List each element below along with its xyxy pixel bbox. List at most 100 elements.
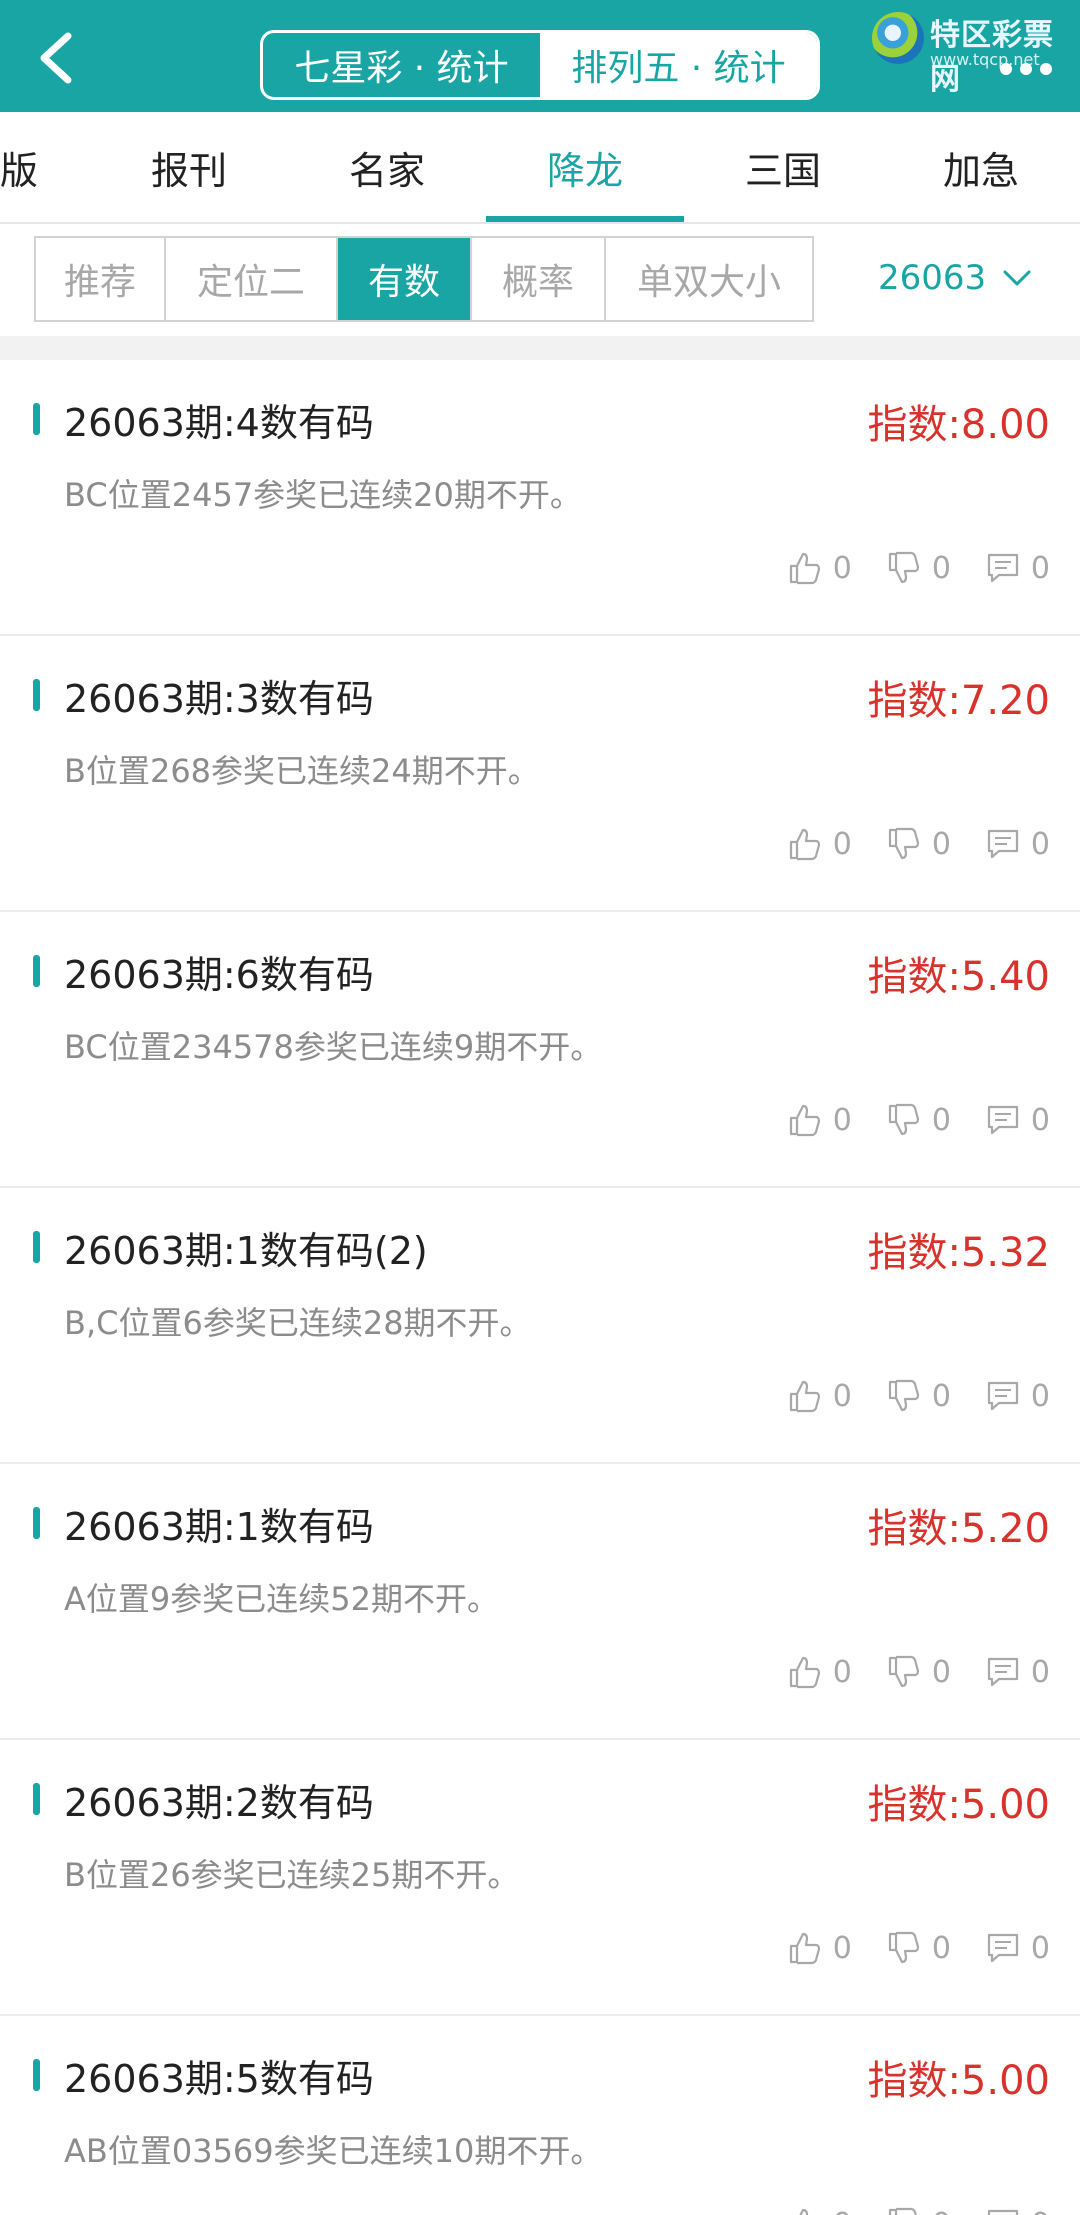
like-count: 0 xyxy=(832,1378,852,1414)
tab-sanguo[interactable]: 三国 xyxy=(684,112,882,222)
comment-button[interactable]: 0 xyxy=(985,1930,1050,1966)
item-actions: 0 0 0 xyxy=(787,1654,1050,1690)
like-button[interactable]: 0 xyxy=(787,1102,852,1138)
dislike-button[interactable]: 0 xyxy=(886,2206,951,2215)
comment-count: 0 xyxy=(1031,2207,1050,2215)
thumbs-down-icon xyxy=(888,827,919,860)
comment-button[interactable]: 0 xyxy=(985,2206,1050,2215)
item-index: 指数:5.40 xyxy=(867,954,1050,1000)
dislike-button[interactable]: 0 xyxy=(886,1654,951,1690)
item-description: B,C位置6参奖已连续28期不开。 xyxy=(64,1304,532,1342)
list-item[interactable]: 26063期:6数有码 指数:5.40 BC位置234578参奖已连续9期不开。… xyxy=(0,912,1080,1188)
item-accent-bar xyxy=(33,1783,40,1815)
chevron-down-icon xyxy=(1003,270,1031,286)
list-item[interactable]: 26063期:1数有码(2) 指数:5.32 B,C位置6参奖已连续28期不开。… xyxy=(0,1188,1080,1464)
thumbs-down-icon xyxy=(888,551,919,584)
comment-icon xyxy=(987,829,1019,859)
dislike-button[interactable]: 0 xyxy=(886,1930,951,1966)
item-actions: 0 0 0 xyxy=(787,826,1050,862)
comment-icon xyxy=(987,1381,1019,1411)
thumbs-up-icon xyxy=(789,1932,820,1965)
comment-count: 0 xyxy=(1030,826,1050,862)
comment-button[interactable]: 0 xyxy=(985,826,1050,862)
item-index: 指数:5.00 xyxy=(867,1782,1050,1828)
prediction-list: 26063期:4数有码 指数:8.00 BC位置2457参奖已连续20期不开。 … xyxy=(0,360,1080,2215)
thumbs-down-icon xyxy=(888,2207,917,2215)
dislike-button[interactable]: 0 xyxy=(886,826,951,862)
comment-count: 0 xyxy=(1030,550,1050,586)
period-value: 26063 xyxy=(878,258,987,298)
comment-icon xyxy=(987,1105,1019,1135)
comment-icon xyxy=(987,553,1019,583)
list-item[interactable]: 26063期:3数有码 指数:7.20 B位置268参奖已连续24期不开。 0 … xyxy=(0,636,1080,912)
item-actions: 0 0 0 xyxy=(787,550,1050,586)
filter-danshuang-daxiao[interactable]: 单双大小 xyxy=(606,238,812,320)
tab-baokan[interactable]: 报刊 xyxy=(90,112,288,222)
like-button[interactable]: 0 xyxy=(787,1654,852,1690)
period-selector[interactable]: 26063 xyxy=(878,248,1032,308)
item-title: 26063期:2数有码 xyxy=(64,1781,374,1825)
tab-jiaji[interactable]: 加急 xyxy=(882,112,1080,222)
comment-count: 0 xyxy=(1030,1378,1050,1414)
dislike-button[interactable]: 0 xyxy=(886,1102,951,1138)
dislike-count: 0 xyxy=(931,1102,951,1138)
back-button[interactable] xyxy=(28,28,88,88)
more-menu-button[interactable] xyxy=(1000,63,1052,75)
like-button[interactable]: 0 xyxy=(787,550,852,586)
item-description: AB位置03569参奖已连续10期不开。 xyxy=(64,2132,603,2170)
item-accent-bar xyxy=(33,403,40,435)
item-index: 指数:5.20 xyxy=(867,1506,1050,1552)
lottery-segment-control: 七星彩 · 统计 排列五 · 统计 xyxy=(260,30,820,100)
thumbs-up-icon xyxy=(789,1104,820,1137)
tab-mingjia[interactable]: 名家 xyxy=(288,112,486,222)
comment-icon xyxy=(987,1657,1019,1687)
thumbs-down-icon xyxy=(888,1655,919,1688)
item-accent-bar xyxy=(33,679,40,711)
filter-segment-control: 推荐 定位二 有数 概率 单双大小 xyxy=(34,236,814,322)
item-title: 26063期:1数有码(2) xyxy=(64,1229,428,1273)
dislike-count: 0 xyxy=(931,1378,951,1414)
like-button[interactable]: 0 xyxy=(787,1378,852,1414)
item-index: 指数:5.00 xyxy=(867,2058,1050,2104)
filter-gailv[interactable]: 概率 xyxy=(472,238,606,320)
like-count: 0 xyxy=(832,1102,852,1138)
list-item[interactable]: 26063期:4数有码 指数:8.00 BC位置2457参奖已连续20期不开。 … xyxy=(0,360,1080,636)
item-accent-bar xyxy=(33,1231,40,1263)
dislike-button[interactable]: 0 xyxy=(886,1378,951,1414)
dislike-count: 0 xyxy=(931,1654,951,1690)
tab-xianglong[interactable]: 降龙 xyxy=(486,112,684,222)
item-description: B位置26参奖已连续25期不开。 xyxy=(64,1856,520,1894)
segment-pailiewu[interactable]: 排列五 · 统计 xyxy=(540,33,817,97)
more-dot-icon xyxy=(1000,63,1012,75)
item-description: BC位置2457参奖已连续20期不开。 xyxy=(64,476,582,514)
filter-tuijian[interactable]: 推荐 xyxy=(36,238,166,320)
filter-youshu[interactable]: 有数 xyxy=(338,238,472,320)
item-accent-bar xyxy=(33,2059,40,2091)
list-item[interactable]: 26063期:5数有码 指数:5.00 AB位置03569参奖已连续10期不开。… xyxy=(0,2016,1080,2215)
item-actions: 0 0 0 xyxy=(787,1930,1050,1966)
thumbs-up-icon xyxy=(789,1656,820,1689)
like-count: 0 xyxy=(833,2207,852,2215)
filter-row: 推荐 定位二 有数 概率 单双大小 26063 xyxy=(0,226,1080,336)
like-button[interactable]: 0 xyxy=(787,2206,852,2215)
section-divider xyxy=(0,336,1080,360)
comment-count: 0 xyxy=(1030,1654,1050,1690)
thumbs-up-icon xyxy=(789,1380,820,1413)
comment-button[interactable]: 0 xyxy=(985,1102,1050,1138)
dislike-button[interactable]: 0 xyxy=(886,550,951,586)
item-title: 26063期:6数有码 xyxy=(64,953,374,997)
comment-button[interactable]: 0 xyxy=(985,550,1050,586)
list-item[interactable]: 26063期:2数有码 指数:5.00 B位置26参奖已连续25期不开。 0 0 xyxy=(0,1740,1080,2016)
like-button[interactable]: 0 xyxy=(787,1930,852,1966)
chevron-left-icon xyxy=(40,32,72,84)
list-item[interactable]: 26063期:1数有码 指数:5.20 A位置9参奖已连续52期不开。 0 0 xyxy=(0,1464,1080,1740)
comment-count: 0 xyxy=(1030,1102,1050,1138)
comment-button[interactable]: 0 xyxy=(985,1378,1050,1414)
segment-qixingcai[interactable]: 七星彩 · 统计 xyxy=(263,33,540,97)
like-button[interactable]: 0 xyxy=(787,826,852,862)
comment-button[interactable]: 0 xyxy=(985,1654,1050,1690)
item-description: A位置9参奖已连续52期不开。 xyxy=(64,1580,499,1618)
item-index: 指数:7.20 xyxy=(867,678,1050,724)
item-title: 26063期:4数有码 xyxy=(64,401,374,445)
filter-dingweier[interactable]: 定位二 xyxy=(166,238,338,320)
